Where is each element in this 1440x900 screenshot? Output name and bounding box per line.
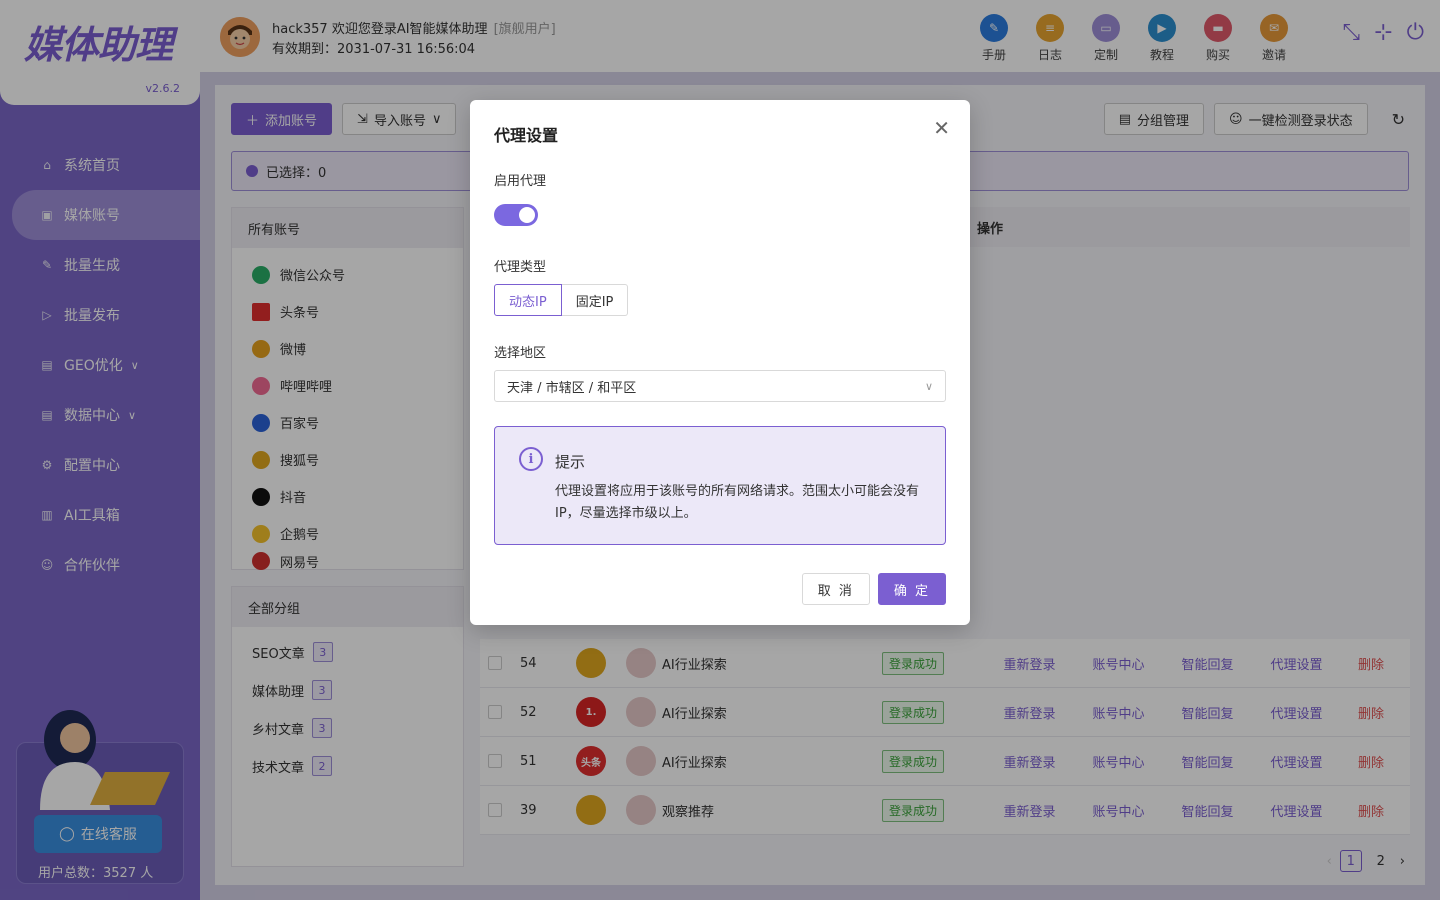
region-value: 天津 / 市辖区 / 和平区 (507, 380, 637, 396)
tip-box: i 提示 代理设置将应用于该账号的所有网络请求。范围太小可能会没有IP，尽量选择… (494, 426, 946, 545)
cancel-button[interactable]: 取 消 (801, 573, 870, 605)
chevron-down-icon: ∨ (924, 379, 933, 393)
confirm-button[interactable]: 确 定 (877, 573, 946, 605)
proxy-type-selector: 动态IP 固定IP (494, 284, 629, 316)
region-label: 选择地区 (494, 346, 547, 361)
tip-text: 代理设置将应用于该账号的所有网络请求。范围太小可能会没有IP，尽量选择市级以上。 (555, 484, 920, 521)
region-select[interactable]: 天津 / 市辖区 / 和平区 ∨ (494, 370, 946, 402)
enable-proxy-toggle[interactable] (494, 204, 538, 226)
proxy-type-label: 代理类型 (494, 260, 547, 275)
proxy-type-dynamic[interactable]: 动态IP (494, 284, 562, 316)
proxy-type-fixed[interactable]: 固定IP (561, 284, 629, 316)
proxy-settings-dialog: 代理设置 ✕ 启用代理 代理类型 动态IP 固定IP 选择地区 天津 / 市辖区… (470, 100, 970, 625)
info-icon: i (519, 447, 543, 471)
tip-title: 提示 (555, 453, 586, 471)
close-icon[interactable]: ✕ (933, 116, 950, 140)
dialog-title: 代理设置 (494, 126, 559, 145)
enable-proxy-label: 启用代理 (494, 174, 547, 189)
dialog-actions: 取 消 确 定 (801, 573, 946, 605)
